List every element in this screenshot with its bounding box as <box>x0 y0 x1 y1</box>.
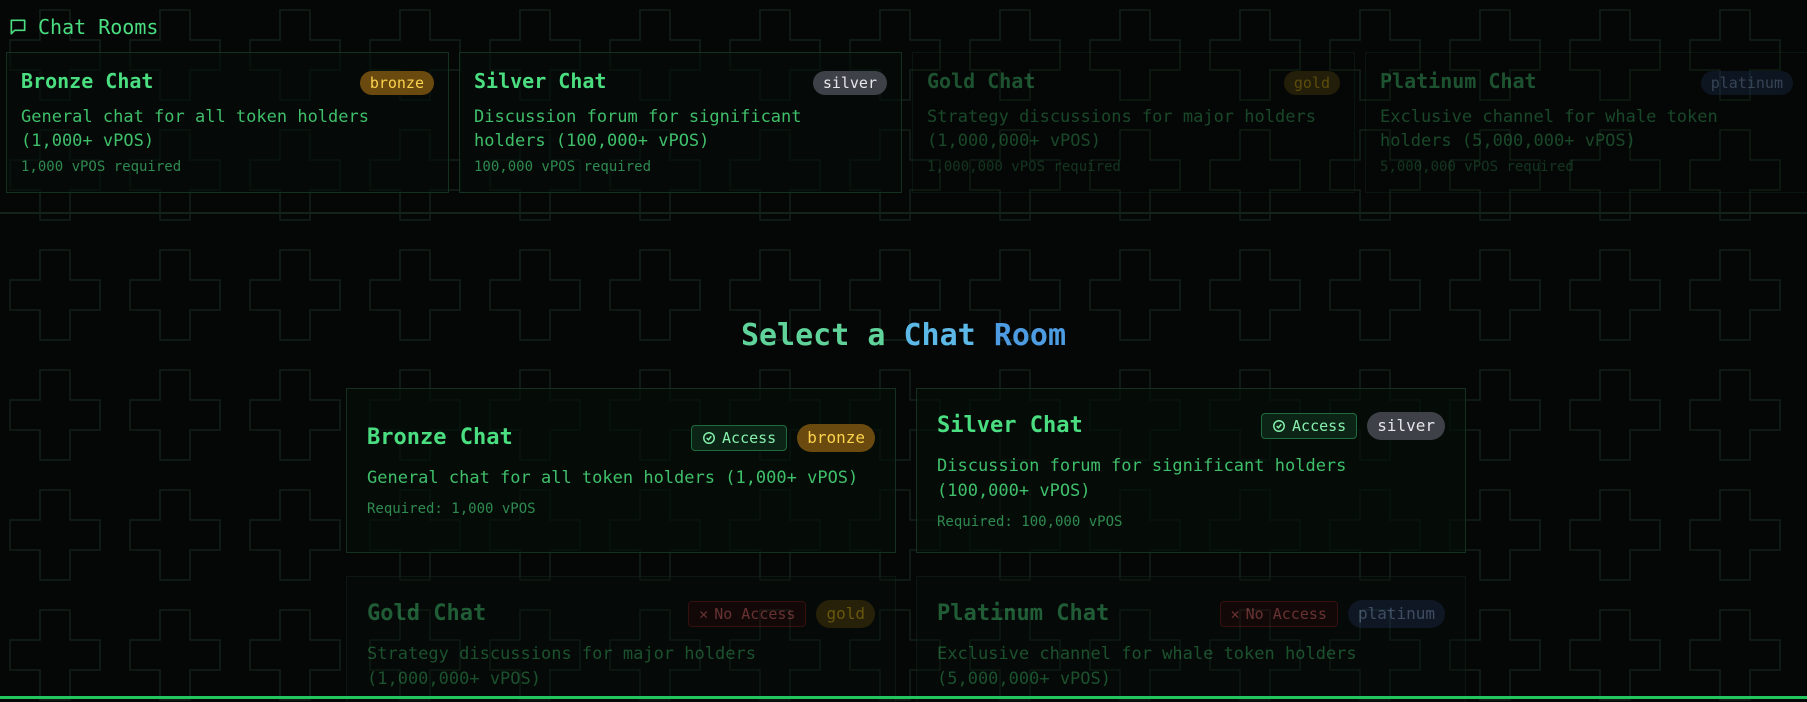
tier-badge: gold <box>1283 71 1340 95</box>
access-badge: Access <box>1261 413 1358 439</box>
tier-badge: silver <box>1367 412 1445 440</box>
room-description: General chat for all token holders (1,00… <box>367 468 859 488</box>
room-requirement: 1,000 vPOS required <box>21 159 182 175</box>
chat-rooms-panel: Chat Rooms Bronze Chat bronze General ch… <box>0 0 1807 214</box>
room-title: Silver Chat <box>937 413 1083 438</box>
no-access-badge: ✕ No Access <box>1219 601 1338 627</box>
room-title: Platinum Chat <box>937 601 1110 626</box>
room-description: General chat for all token holders (1,00… <box>21 107 369 151</box>
select-card-bronze[interactable]: Bronze Chat Access bronze General chat f… <box>346 388 896 553</box>
heading-part-1: Select a <box>740 318 886 353</box>
x-icon: ✕ <box>699 605 709 623</box>
room-description: Exclusive channel for whale token holder… <box>1380 107 1718 151</box>
room-card-gold[interactable]: Gold Chat gold Strategy discussions for … <box>912 52 1355 193</box>
heading-part-2: Chat <box>903 318 976 353</box>
access-label: Access <box>1292 417 1347 435</box>
room-card-platinum[interactable]: Platinum Chat platinum Exclusive channel… <box>1365 52 1807 193</box>
room-requirement: Required: 1,000 vPOS <box>367 501 536 517</box>
tier-badge: gold <box>816 600 875 628</box>
check-circle-icon <box>1273 420 1285 432</box>
tier-badge: platinum <box>1347 600 1445 628</box>
section-header: Chat Rooms <box>8 14 158 40</box>
access-label: No Access <box>714 605 796 623</box>
room-badges: Access bronze <box>691 424 875 452</box>
access-label: Access <box>722 429 777 447</box>
select-card-silver[interactable]: Silver Chat Access silver Discussion for… <box>916 388 1466 553</box>
access-label: No Access <box>1245 605 1327 623</box>
room-card-bronze[interactable]: Bronze Chat bronze General chat for all … <box>6 52 449 193</box>
section-title: Chat Rooms <box>38 15 159 39</box>
select-room-heading: Select a Chat Room <box>0 318 1807 353</box>
room-title: Bronze Chat <box>367 425 513 450</box>
room-title: Gold Chat <box>367 601 487 626</box>
check-circle-icon <box>703 432 715 444</box>
room-list: Bronze Chat bronze General chat for all … <box>6 52 1807 193</box>
tier-badge: bronze <box>359 71 434 95</box>
room-badges: ✕ No Access gold <box>688 600 875 628</box>
bottom-border <box>0 696 1807 699</box>
room-badges: Access silver <box>1261 412 1445 440</box>
room-description: Strategy discussions for major holders (… <box>367 644 756 689</box>
room-description: Discussion forum for significant holders… <box>937 456 1347 501</box>
access-badge: Access <box>691 425 788 451</box>
message-square-icon <box>10 19 26 35</box>
select-card-gold[interactable]: Gold Chat ✕ No Access gold Strategy disc… <box>346 576 896 702</box>
room-description: Exclusive channel for whale token holder… <box>937 644 1357 689</box>
room-description: Discussion forum for significant holders… <box>474 107 802 151</box>
tier-badge: silver <box>812 71 887 95</box>
tier-badge: platinum <box>1700 71 1793 95</box>
room-description: Strategy discussions for major holders (… <box>927 107 1316 151</box>
x-icon: ✕ <box>1230 605 1240 623</box>
room-requirement: 1,000,000 vPOS required <box>927 159 1121 175</box>
room-card-silver[interactable]: Silver Chat silver Discussion forum for … <box>459 52 902 193</box>
select-card-platinum[interactable]: Platinum Chat ✕ No Access platinum Exclu… <box>916 576 1466 702</box>
room-badges: ✕ No Access platinum <box>1219 600 1445 628</box>
room-title: Gold Chat <box>927 69 1036 93</box>
room-requirement: 100,000 vPOS required <box>474 159 652 175</box>
room-requirement: 5,000,000 vPOS required <box>1380 159 1574 175</box>
tier-badge: bronze <box>797 424 875 452</box>
no-access-badge: ✕ No Access <box>688 601 807 627</box>
heading-part-3: Room <box>993 318 1067 353</box>
room-requirement: Required: 100,000 vPOS <box>937 514 1123 530</box>
